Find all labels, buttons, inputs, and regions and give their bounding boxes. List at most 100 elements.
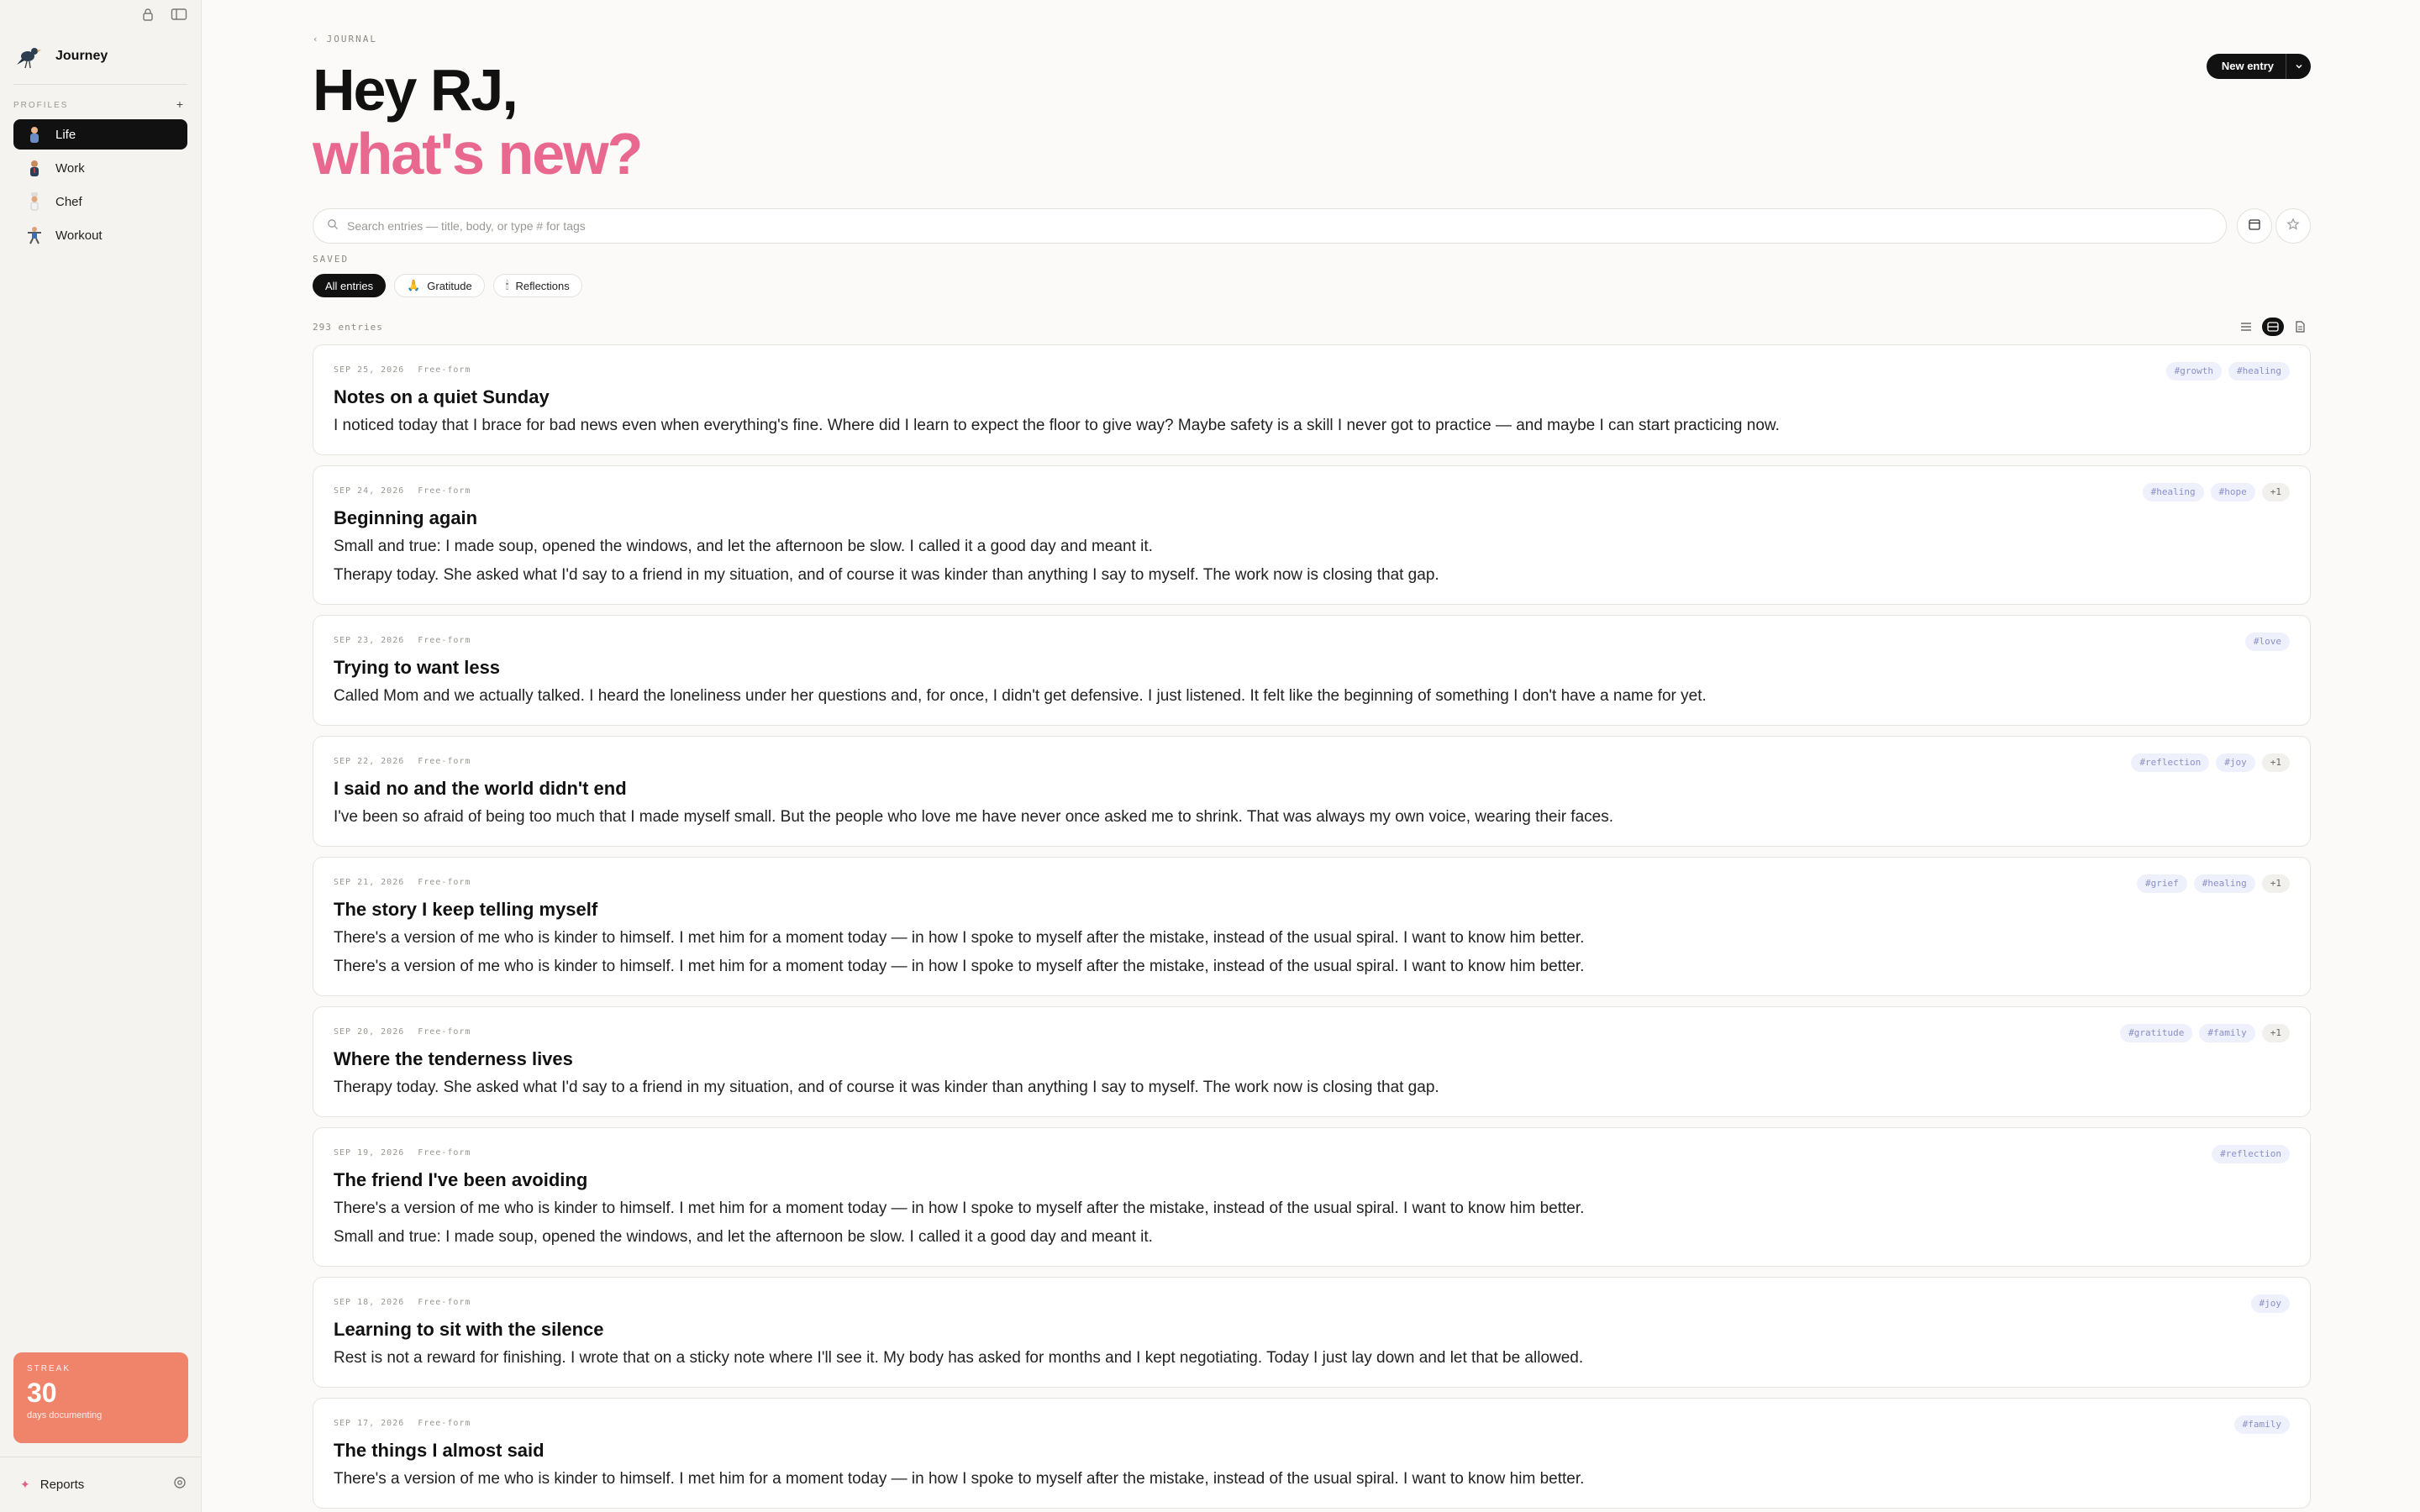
tag-more[interactable]: +1 [2261, 1024, 2290, 1042]
entry-title: Notes on a quiet Sunday [334, 386, 550, 407]
sidebar-toggle-icon[interactable] [171, 7, 187, 22]
lock-icon[interactable] [140, 7, 155, 22]
entry-card[interactable]: SEP 21, 2026 Free-form #grief #healing +… [313, 857, 2311, 996]
person-life-icon [25, 125, 44, 144]
bird-logo-icon [15, 42, 44, 71]
entry-type: Free-form [418, 878, 471, 887]
breadcrumb[interactable]: ‹ JOURNAL [313, 34, 377, 45]
profiles-label: PROFILES [13, 100, 69, 110]
add-profile-button[interactable]: + [172, 97, 187, 113]
entry-type: Free-form [418, 486, 471, 496]
tag[interactable]: #grief [2137, 874, 2187, 893]
tag[interactable]: #healing [2142, 483, 2204, 501]
entry-body: Therapy today. She asked what I'd say to… [334, 566, 1439, 584]
profile-item-work[interactable]: Work [13, 153, 187, 183]
entry-tags: #gratitude #family +1 [2120, 1024, 2290, 1042]
tag[interactable]: #growth [2165, 362, 2223, 381]
entry-meta: SEP 21, 2026 Free-form [334, 878, 2290, 887]
person-chef-icon [25, 192, 44, 211]
saved-filters: All entries 🙏 Gratitude 🕯 Reflections [313, 274, 582, 297]
entry-card[interactable]: SEP 20, 2026 Free-form #gratitude #famil… [313, 1006, 2311, 1117]
entry-date: SEP 18, 2026 [334, 1298, 405, 1307]
profile-label: Workout [55, 228, 103, 243]
entry-title: The story I keep telling myself [334, 899, 598, 920]
document-view-button[interactable] [2289, 318, 2311, 336]
entry-title: Beginning again [334, 507, 478, 528]
entry-meta: SEP 22, 2026 Free-form [334, 757, 2290, 766]
search-icon [327, 218, 339, 234]
entry-meta: SEP 17, 2026 Free-form [334, 1419, 2290, 1428]
entries-count: 293 entries [313, 321, 383, 333]
view-toggle [2235, 318, 2311, 336]
list-toolbar: 293 entries [313, 318, 2311, 336]
chip-reflections[interactable]: 🕯 Reflections [492, 274, 582, 297]
tag[interactable]: #hope [2210, 483, 2255, 501]
greeting-line-1: Hey RJ, [313, 57, 518, 123]
tag[interactable]: #family [2233, 1415, 2290, 1434]
new-entry-button[interactable]: New entry [2206, 54, 2311, 79]
entry-body: Rest is not a reward for finishing. I wr… [334, 1349, 1584, 1367]
entry-date: SEP 22, 2026 [334, 757, 405, 766]
person-workout-icon [25, 226, 44, 244]
reports-label: Reports [39, 1478, 85, 1492]
tag[interactable]: #love [2244, 633, 2290, 651]
card-view-button[interactable] [2262, 318, 2284, 336]
streak-card: STREAK 30 days documenting [13, 1352, 188, 1443]
entry-title: The friend I've been avoiding [334, 1169, 588, 1190]
entry-tags: #growth #healing [2165, 362, 2290, 381]
profile-item-chef[interactable]: Chef [13, 186, 187, 217]
tag[interactable]: #reflection [2131, 753, 2210, 772]
greeting-line-2: what's new? [313, 121, 643, 186]
chip-gratitude[interactable]: 🙏 Gratitude [394, 274, 485, 297]
entry-body: There's a version of me who is kinder to… [334, 958, 1585, 975]
entry-body: Small and true: I made soup, opened the … [334, 1228, 1153, 1246]
tag[interactable]: #gratitude [2120, 1024, 2193, 1042]
sidebar-top-actions [140, 7, 187, 22]
tag[interactable]: #joy [2216, 753, 2255, 772]
list-view-button[interactable] [2235, 318, 2257, 336]
entry-card[interactable]: SEP 18, 2026 Free-form #joy Learning to … [313, 1277, 2311, 1388]
entry-card[interactable]: SEP 17, 2026 Free-form #family The thing… [313, 1398, 2311, 1509]
tag[interactable]: #healing [2228, 362, 2290, 381]
calendar-filter-button[interactable] [2237, 208, 2272, 244]
entry-card[interactable]: SEP 24, 2026 Free-form #healing #hope +1… [313, 465, 2311, 605]
entry-card[interactable]: SEP 19, 2026 Free-form #reflection The f… [313, 1127, 2311, 1267]
profile-label: Life [55, 127, 76, 142]
tag[interactable]: #healing [2193, 874, 2255, 893]
favorites-filter-button[interactable] [2275, 208, 2311, 244]
tag[interactable]: #reflection [2212, 1145, 2290, 1163]
chip-all-entries[interactable]: All entries [313, 274, 387, 297]
search-input[interactable] [347, 219, 2226, 233]
entry-type: Free-form [418, 365, 471, 375]
tag[interactable]: #family [2199, 1024, 2255, 1042]
entry-type: Free-form [418, 757, 471, 766]
reports-row: ✦ Reports [20, 1475, 187, 1494]
tag[interactable]: #joy [2250, 1294, 2290, 1313]
entry-card[interactable]: SEP 23, 2026 Free-form #love Trying to w… [313, 615, 2311, 726]
tag-more[interactable]: +1 [2261, 483, 2290, 501]
entry-card[interactable]: SEP 25, 2026 Free-form #growth #healing … [313, 344, 2311, 455]
entry-body: There's a version of me who is kinder to… [334, 1200, 1585, 1217]
streak-value: 30 [27, 1378, 57, 1408]
chip-label: Gratitude [427, 279, 472, 292]
candle-icon: 🕯 [505, 279, 509, 291]
tag-more[interactable]: +1 [2261, 753, 2290, 772]
profile-item-workout[interactable]: Workout [13, 220, 187, 250]
gear-icon[interactable] [172, 1475, 187, 1494]
chevron-down-icon[interactable] [2286, 54, 2311, 79]
entry-meta: SEP 24, 2026 Free-form [334, 486, 2290, 496]
entry-date: SEP 25, 2026 [334, 365, 405, 375]
entry-meta: SEP 23, 2026 Free-form [334, 636, 2290, 645]
sparkle-icon: ✦ [20, 1478, 30, 1491]
reports-link[interactable]: ✦ Reports [20, 1478, 84, 1492]
main-content: ‹ JOURNAL New entry Hey RJ, what's new? … [313, 0, 2311, 1512]
profile-label: Chef [55, 194, 82, 209]
entry-date: SEP 21, 2026 [334, 878, 405, 887]
entry-title: Trying to want less [334, 657, 501, 678]
entry-card[interactable]: SEP 22, 2026 Free-form #reflection #joy … [313, 736, 2311, 847]
tag-more[interactable]: +1 [2261, 874, 2290, 893]
search-bar[interactable] [313, 208, 2227, 244]
sidebar: Journey PROFILES + Life Work Chef Workou… [0, 0, 202, 1512]
profile-item-life[interactable]: Life [13, 119, 187, 150]
app-header[interactable]: Journey [15, 42, 108, 71]
